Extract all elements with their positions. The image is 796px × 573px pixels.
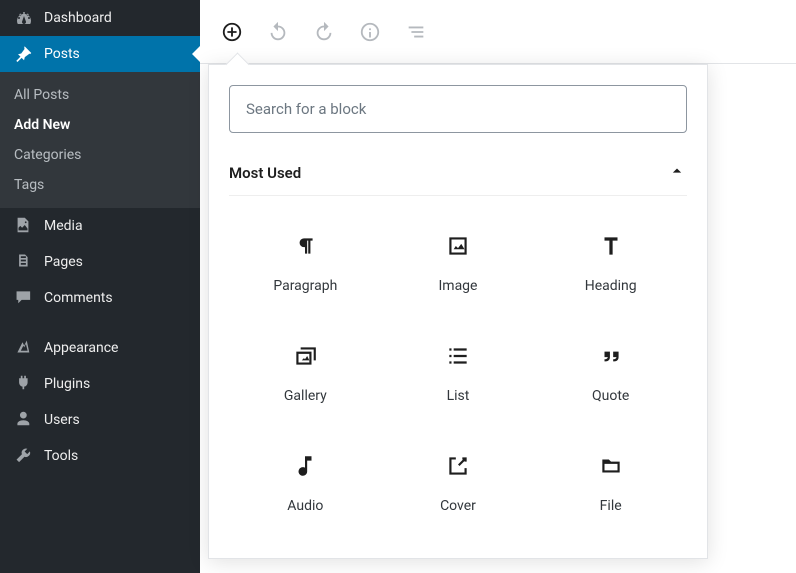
block-label: Gallery — [284, 388, 327, 404]
section-title: Most Used — [229, 164, 301, 182]
block-item-audio[interactable]: Audio — [229, 428, 382, 538]
sidebar-item-label: Users — [44, 412, 80, 428]
block-item-list[interactable]: List — [382, 318, 535, 428]
sidebar-item-label: Plugins — [44, 376, 90, 392]
block-label: Cover — [440, 498, 476, 514]
sidebar-item-plugins[interactable]: Plugins — [0, 366, 200, 402]
block-label: File — [600, 498, 622, 514]
admin-sidebar: Dashboard Posts All Posts Add New Catego… — [0, 0, 200, 573]
block-label: Heading — [585, 278, 637, 294]
undo-button[interactable] — [266, 20, 290, 44]
sidebar-item-media[interactable]: Media — [0, 208, 200, 244]
submenu-item-categories[interactable]: Categories — [0, 140, 200, 170]
comments-icon — [14, 288, 34, 308]
cover-icon — [444, 452, 472, 480]
sidebar-item-label: Dashboard — [44, 10, 112, 26]
sidebar-item-appearance[interactable]: Appearance — [0, 330, 200, 366]
sidebar-item-label: Comments — [44, 290, 113, 306]
sidebar-item-label: Tools — [44, 448, 78, 464]
sidebar-item-tools[interactable]: Tools — [0, 438, 200, 474]
submenu-item-tags[interactable]: Tags — [0, 170, 200, 200]
plugins-icon — [14, 374, 34, 394]
tools-icon — [14, 446, 34, 466]
sidebar-item-label: Pages — [44, 254, 83, 270]
block-label: Quote — [592, 388, 629, 404]
block-item-image[interactable]: Image — [382, 208, 535, 318]
block-item-cover[interactable]: Cover — [382, 428, 535, 538]
sidebar-item-label: Posts — [44, 46, 80, 62]
list-icon — [444, 342, 472, 370]
block-item-file[interactable]: File — [534, 428, 687, 538]
media-icon — [14, 216, 34, 236]
appearance-icon — [14, 338, 34, 358]
block-item-heading[interactable]: Heading — [534, 208, 687, 318]
quote-icon — [597, 342, 625, 370]
sidebar-item-users[interactable]: Users — [0, 402, 200, 438]
block-search-input[interactable] — [229, 85, 687, 133]
block-label: Paragraph — [273, 278, 337, 294]
users-icon — [14, 410, 34, 430]
block-label: Image — [438, 278, 477, 294]
block-inserter-popover: Most Used Paragraph Image Heading Galler… — [208, 64, 708, 559]
sidebar-item-posts[interactable]: Posts — [0, 36, 200, 72]
inserter-section-most-used[interactable]: Most Used — [229, 161, 687, 196]
chevron-up-icon — [667, 161, 687, 185]
block-item-gallery[interactable]: Gallery — [229, 318, 382, 428]
dashboard-icon — [14, 8, 34, 28]
sidebar-item-pages[interactable]: Pages — [0, 244, 200, 280]
heading-icon — [597, 232, 625, 260]
submenu-item-all-posts[interactable]: All Posts — [0, 80, 200, 110]
block-item-paragraph[interactable]: Paragraph — [229, 208, 382, 318]
blocks-grid: Paragraph Image Heading Gallery List Quo… — [229, 208, 687, 538]
block-label: Audio — [287, 498, 323, 514]
info-button[interactable] — [358, 20, 382, 44]
sidebar-item-label: Media — [44, 218, 83, 234]
redo-button[interactable] — [312, 20, 336, 44]
pages-icon — [14, 252, 34, 272]
sidebar-item-label: Appearance — [44, 340, 118, 356]
audio-icon — [291, 452, 319, 480]
outline-button[interactable] — [404, 20, 428, 44]
sidebar-item-comments[interactable]: Comments — [0, 280, 200, 316]
sidebar-item-dashboard[interactable]: Dashboard — [0, 0, 200, 36]
file-icon — [597, 452, 625, 480]
submenu-item-add-new[interactable]: Add New — [0, 110, 200, 140]
editor-area: a block Most Used Paragraph Image Headin… — [200, 0, 796, 573]
gallery-icon — [291, 342, 319, 370]
sidebar-submenu-posts: All Posts Add New Categories Tags — [0, 72, 200, 208]
pin-icon — [14, 44, 34, 64]
editor-toolbar — [200, 0, 796, 64]
paragraph-icon — [291, 232, 319, 260]
block-label: List — [447, 388, 470, 404]
add-block-button[interactable] — [220, 20, 244, 44]
image-icon — [444, 232, 472, 260]
block-item-quote[interactable]: Quote — [534, 318, 687, 428]
